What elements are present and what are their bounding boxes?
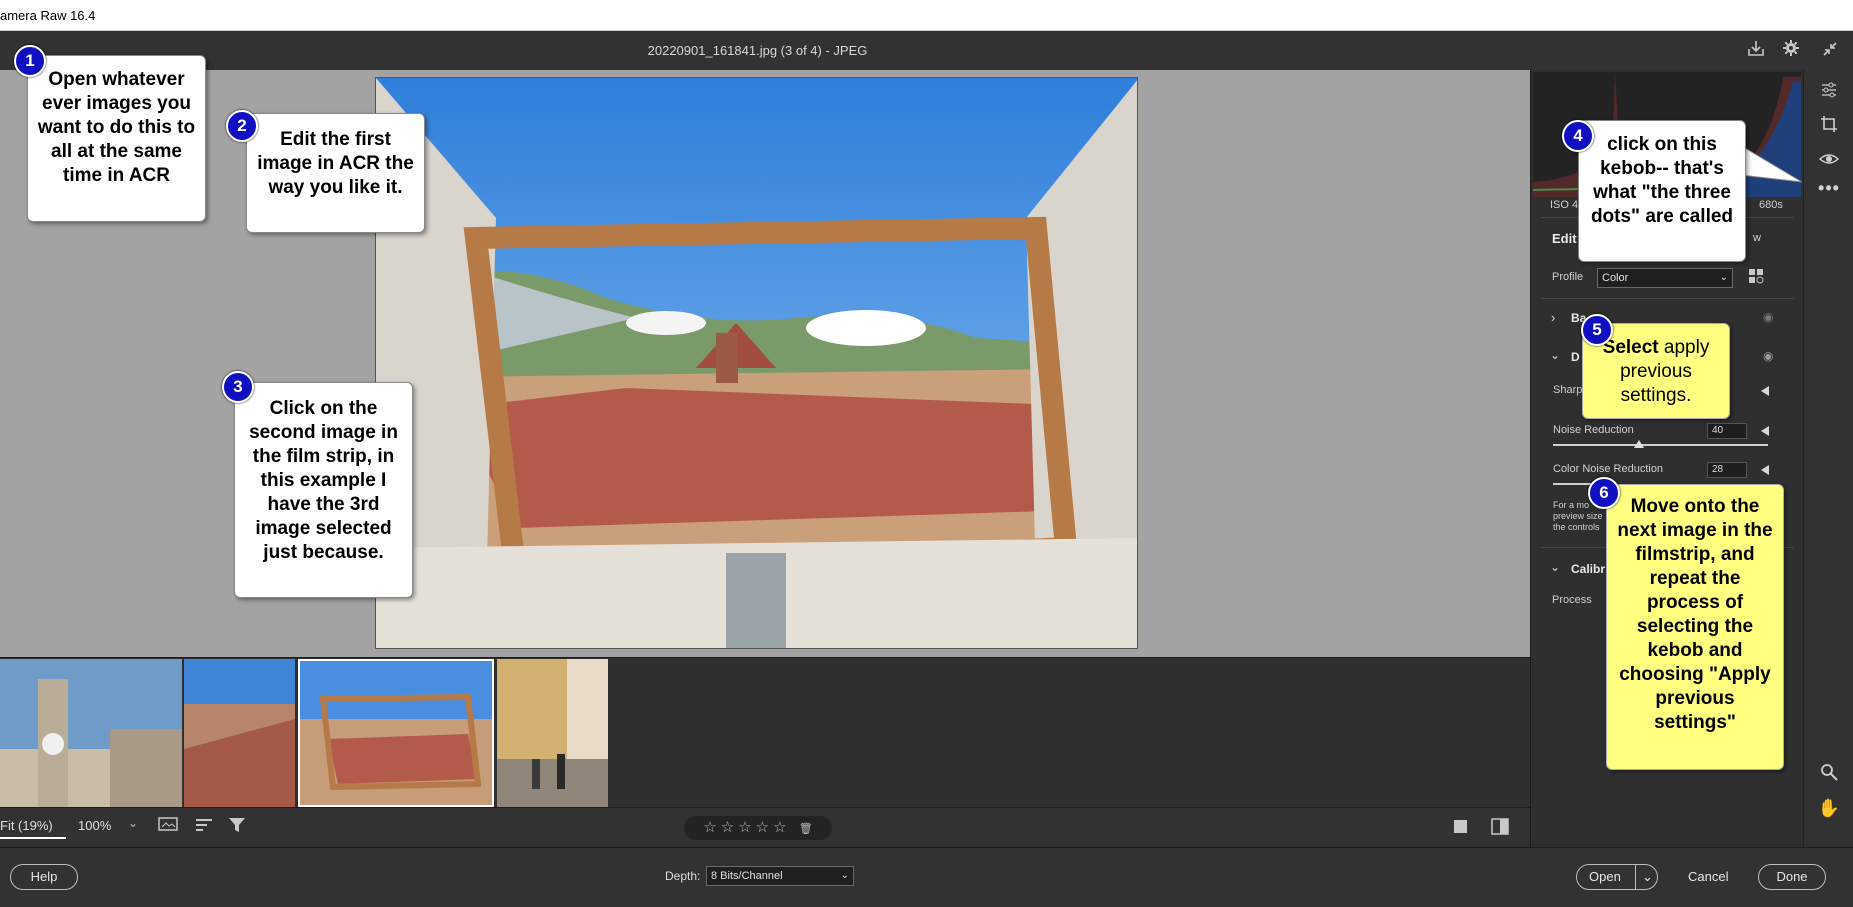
callout-badge-6: 6	[1588, 477, 1620, 509]
callout-badge-5: 5	[1581, 314, 1613, 346]
trash-icon[interactable]: 🗑	[799, 823, 813, 835]
visibility-eye-icon[interactable]: ◉	[1763, 349, 1773, 363]
view-toolbar: Fit (19%) 100% ⌄ ☆☆☆☆☆ 🗑	[0, 807, 1530, 847]
histogram-shutter: 680s	[1759, 199, 1783, 211]
zoom-percent-button[interactable]: 100%	[78, 818, 111, 833]
process-label: Process	[1552, 594, 1592, 606]
open-options-chevron-icon[interactable]: ⌄	[1635, 865, 1659, 889]
cancel-button[interactable]: Cancel	[1688, 869, 1728, 884]
filmstrip-thumb-4[interactable]	[497, 659, 608, 807]
edit-sliders-icon[interactable]	[1816, 80, 1842, 106]
callout-badge-2: 2	[226, 110, 258, 142]
histogram-iso: ISO 4	[1550, 199, 1579, 211]
image-canvas[interactable]	[0, 70, 1530, 657]
note-line-3: the controls	[1553, 522, 1600, 532]
calibration-section-label[interactable]: Calibr	[1571, 562, 1605, 576]
dialog-footer: Help Depth: 8 Bits/Channel ⌄ Open ⌄ Canc…	[0, 847, 1853, 907]
noise-reduction-value[interactable]: 40	[1707, 423, 1747, 439]
profile-value: Color	[1602, 272, 1629, 284]
depth-value: 8 Bits/Channel	[711, 870, 783, 882]
filmstrip	[0, 657, 1530, 807]
callout-badge-1: 1	[14, 45, 46, 77]
noise-arrow-icon[interactable]	[1761, 426, 1769, 436]
filmstrip-thumb-2[interactable]	[184, 659, 295, 807]
done-button[interactable]: Done	[1758, 864, 1826, 890]
sharpening-label: Sharp	[1553, 384, 1583, 396]
callout-4-pointer	[1740, 144, 1803, 183]
chevron-down-icon[interactable]: ⌄	[128, 816, 138, 830]
window-titlebar: amera Raw 16.4	[0, 0, 1853, 31]
note-line-2: preview size	[1553, 511, 1603, 521]
depth-label: Depth:	[665, 869, 701, 883]
edit-heading: Edit	[1552, 231, 1577, 246]
gear-icon[interactable]	[1779, 39, 1803, 63]
zoom-icon[interactable]	[1816, 762, 1842, 788]
callout-4: click on this kebob-- that's what "the t…	[1578, 120, 1746, 262]
visibility-eye-icon[interactable]: ◉	[1763, 310, 1773, 324]
chevron-down-icon[interactable]: ⌄	[1550, 560, 1560, 574]
callout-6: Move onto the next image in the filmstri…	[1606, 484, 1784, 770]
single-view-icon[interactable]	[1452, 818, 1470, 841]
filmstrip-thumb-1[interactable]	[0, 659, 182, 807]
chevron-right-icon[interactable]: ›	[1551, 310, 1555, 325]
noise-slider-thumb[interactable]	[1634, 440, 1644, 448]
sharpening-arrow-icon[interactable]	[1761, 386, 1769, 396]
profile-browser-icon[interactable]	[1748, 268, 1766, 291]
callout-1: Open whatever ever images you want to do…	[27, 55, 206, 222]
filmstrip-options-icon[interactable]	[158, 816, 180, 839]
crop-icon[interactable]	[1816, 114, 1842, 140]
hand-icon[interactable]: ✋	[1816, 795, 1842, 821]
open-button[interactable]: Open ⌄	[1576, 864, 1658, 890]
app-title: amera Raw 16.4	[0, 8, 96, 23]
more-kebab-icon[interactable]: •••	[1816, 175, 1842, 201]
tool-strip: ••• ✋	[1803, 70, 1853, 847]
star-rating[interactable]: ☆☆☆☆☆	[703, 819, 790, 836]
callout-5-bold: Select	[1602, 337, 1659, 358]
filter-icon[interactable]	[227, 816, 247, 839]
callout-2: Edit the first image in ACR the way you …	[246, 113, 425, 233]
noise-reduction-label: Noise Reduction	[1553, 424, 1634, 436]
sort-icon[interactable]	[194, 816, 214, 839]
noise-reduction-slider[interactable]	[1553, 444, 1768, 446]
filmstrip-thumb-3-selected[interactable]	[298, 659, 494, 807]
callout-3: Click on the second image in the film st…	[234, 382, 413, 598]
main-photo	[375, 77, 1138, 649]
depth-select[interactable]: 8 Bits/Channel ⌄	[706, 866, 854, 886]
note-line-1: For a mo	[1553, 500, 1590, 510]
profile-select[interactable]: Color ⌄	[1597, 268, 1733, 288]
chevron-down-icon: ⌄	[840, 870, 849, 881]
before-after-icon[interactable]	[1490, 817, 1510, 842]
save-icon[interactable]	[1744, 39, 1768, 63]
zoom-fit-button[interactable]: Fit (19%)	[0, 818, 66, 839]
header-bar: 20220901_161841.jpg (3 of 4) - JPEG	[0, 31, 1853, 70]
chevron-down-icon: ⌄	[1719, 272, 1728, 283]
callout-badge-3: 3	[222, 371, 254, 403]
file-name-label: 20220901_161841.jpg (3 of 4) - JPEG	[647, 43, 868, 58]
divider	[1541, 298, 1794, 299]
detail-section-label[interactable]: D	[1571, 350, 1580, 364]
callout-badge-4: 4	[1562, 120, 1594, 152]
open-label: Open	[1589, 869, 1621, 884]
edit-right-label: w	[1753, 232, 1761, 244]
collapse-icon[interactable]	[1818, 39, 1842, 63]
help-button[interactable]: Help	[10, 864, 78, 890]
chevron-down-icon[interactable]: ⌄	[1550, 348, 1560, 362]
color-noise-arrow-icon[interactable]	[1761, 465, 1769, 475]
color-noise-value[interactable]: 28	[1707, 462, 1747, 478]
profile-label: Profile	[1552, 271, 1584, 283]
redeye-icon[interactable]	[1816, 148, 1842, 174]
rating-stars[interactable]: ☆☆☆☆☆ 🗑	[684, 816, 832, 840]
color-noise-label: Color Noise Reduction	[1553, 463, 1664, 475]
